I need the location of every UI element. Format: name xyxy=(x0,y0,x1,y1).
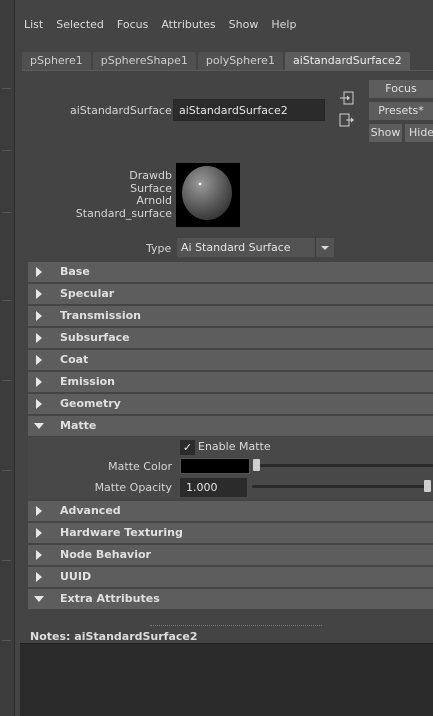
collapsed-arrow-icon xyxy=(36,528,42,538)
tab-divider xyxy=(22,70,433,71)
expanded-arrow-icon xyxy=(34,423,44,429)
tab-polysphere1[interactable]: polySphere1 xyxy=(197,52,283,70)
menu-show[interactable]: Show xyxy=(229,18,259,31)
section-geometry[interactable]: Geometry xyxy=(28,394,433,414)
collapsed-arrow-icon xyxy=(36,572,42,582)
section-emission[interactable]: Emission xyxy=(28,372,433,392)
matte-opacity-label: Matte Opacity xyxy=(94,481,172,494)
collapsed-arrow-icon xyxy=(36,289,42,299)
collapsed-arrow-icon xyxy=(36,377,42,387)
input-connections-icon[interactable] xyxy=(339,91,355,105)
node-name-label: aiStandardSurface: xyxy=(70,104,176,117)
section-label: Coat xyxy=(60,353,89,366)
menu-attributes[interactable]: Attributes xyxy=(161,18,215,31)
matte-opacity-slider-handle[interactable] xyxy=(424,480,431,492)
node-tabs: pSphere1 pSphereShape1 polySphere1 aiSta… xyxy=(22,52,433,70)
section-subsurface[interactable]: Subsurface xyxy=(28,328,433,348)
section-advanced[interactable]: Advanced xyxy=(28,501,433,521)
left-panel-edge xyxy=(0,0,15,716)
matte-opacity-slider[interactable] xyxy=(252,485,425,488)
section-label: Specular xyxy=(60,287,115,300)
type-label: Type xyxy=(146,242,172,255)
node-name-field[interactable]: aiStandardSurface2 xyxy=(173,99,325,121)
type-dropdown-value: Ai Standard Surface xyxy=(181,241,291,254)
section-label: Hardware Texturing xyxy=(60,526,183,539)
matte-opacity-field[interactable]: 1.000 xyxy=(180,478,247,497)
presets-button[interactable]: Presets* xyxy=(369,102,433,120)
section-label: UUID xyxy=(60,570,92,583)
notes-prefix: Notes: xyxy=(30,630,71,643)
section-label: Subsurface xyxy=(60,331,130,344)
section-label: Geometry xyxy=(60,397,121,410)
expanded-arrow-icon xyxy=(34,596,44,602)
swatch-line-standard-surface: Standard_surface xyxy=(75,206,172,220)
section-label: Advanced xyxy=(60,504,121,517)
collapsed-arrow-icon xyxy=(36,311,42,321)
section-label: Transmission xyxy=(60,309,142,322)
collapsed-arrow-icon xyxy=(36,333,42,343)
section-matte[interactable]: Matte xyxy=(28,416,433,436)
notes-label: Notes: aiStandardSurface2 xyxy=(30,630,198,643)
matte-color-swatch[interactable] xyxy=(180,458,250,474)
section-label: Emission xyxy=(60,375,115,388)
enable-matte-label: Enable Matte xyxy=(198,440,271,453)
section-specular[interactable]: Specular xyxy=(28,284,433,304)
splitter-handle[interactable] xyxy=(150,625,322,626)
section-label: Matte xyxy=(60,419,97,432)
enable-matte-checkbox[interactable]: ✓ xyxy=(180,440,195,455)
tab-psphere1[interactable]: pSphere1 xyxy=(22,52,91,70)
matte-color-slider-handle[interactable] xyxy=(253,459,260,471)
section-extra-attributes[interactable]: Extra Attributes xyxy=(28,589,433,609)
tab-psphereshape1[interactable]: pSphereShape1 xyxy=(92,52,196,70)
section-hardware-texturing[interactable]: Hardware Texturing xyxy=(28,523,433,543)
menu-bar: List Selected Focus Attributes Show Help xyxy=(14,12,433,36)
menu-list[interactable]: List xyxy=(24,18,43,31)
output-connections-icon[interactable] xyxy=(339,113,355,127)
section-base[interactable]: Base xyxy=(28,262,433,282)
notes-textarea[interactable] xyxy=(20,643,433,716)
section-label: Extra Attributes xyxy=(60,592,160,605)
menu-help[interactable]: Help xyxy=(271,18,296,31)
section-node-behavior[interactable]: Node Behavior xyxy=(28,545,433,565)
show-button[interactable]: Show xyxy=(369,124,402,142)
sphere-preview-icon xyxy=(182,166,232,220)
swatch-line-drawdb: Drawdb xyxy=(129,169,172,182)
section-uuid[interactable]: UUID xyxy=(28,567,433,587)
menu-focus[interactable]: Focus xyxy=(117,18,148,31)
type-dropdown[interactable]: Ai Standard Surface xyxy=(177,238,334,257)
section-transmission[interactable]: Transmission xyxy=(28,306,433,326)
hide-button[interactable]: Hide xyxy=(405,124,433,142)
swatch-classification: Drawdb Surface Arnold Standard_surface xyxy=(70,169,172,220)
section-label: Base xyxy=(60,265,90,278)
focus-button[interactable]: Focus xyxy=(369,80,433,98)
menu-selected[interactable]: Selected xyxy=(56,18,104,31)
collapsed-arrow-icon xyxy=(36,506,42,516)
section-coat[interactable]: Coat xyxy=(28,350,433,370)
matte-color-slider[interactable] xyxy=(257,464,433,467)
collapsed-arrow-icon xyxy=(36,550,42,560)
swatch-line-arnold: Arnold xyxy=(136,194,172,207)
notes-node-name: aiStandardSurface2 xyxy=(74,630,198,643)
matte-color-label: Matte Color xyxy=(108,460,172,473)
collapsed-arrow-icon xyxy=(36,267,42,277)
tab-aistandardsurface2[interactable]: aiStandardSurface2 xyxy=(284,52,410,70)
section-label: Node Behavior xyxy=(60,548,151,561)
dropdown-arrow-icon xyxy=(315,238,334,257)
material-swatch[interactable] xyxy=(176,163,240,227)
collapsed-arrow-icon xyxy=(36,399,42,409)
collapsed-arrow-icon xyxy=(36,355,42,365)
